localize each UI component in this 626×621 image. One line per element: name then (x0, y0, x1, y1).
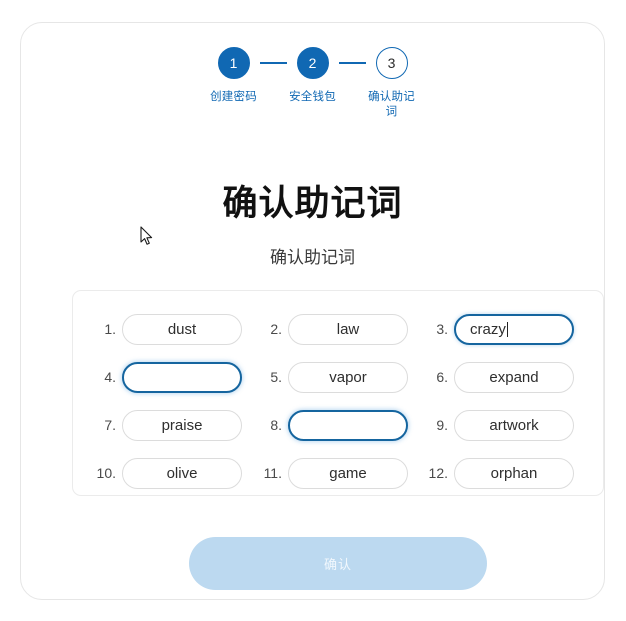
mnemonic-cell: 11. game (255, 457, 421, 489)
mnemonic-cell: 6. expand (421, 361, 587, 393)
mnemonic-input-3[interactable]: crazy (454, 313, 574, 345)
mnemonic-word-text: olive (166, 464, 198, 482)
mnemonic-input-2[interactable]: law (288, 313, 408, 345)
mnemonic-index: 11. (263, 465, 282, 481)
step-connector-2-3 (338, 62, 366, 64)
step-3-circle[interactable]: 3 (375, 47, 408, 79)
mnemonic-word-text: artwork (489, 416, 539, 434)
step-1-circle[interactable]: 1 (217, 47, 250, 79)
page-subtitle: 确认助记词 (270, 248, 355, 267)
mnemonic-word-text: orphan (490, 464, 538, 482)
step-connector-1-2 (259, 62, 287, 64)
step-3[interactable]: 3 确认助记词 (366, 47, 418, 120)
mnemonic-input-9[interactable]: artwork (454, 409, 574, 441)
mnemonic-index: 10. (96, 465, 116, 481)
step-3-label: 确认助记词 (368, 91, 415, 118)
mnemonic-word-text: dust (167, 320, 197, 338)
mnemonic-index: 9. (436, 417, 448, 433)
page-title: 确认助记词 (222, 184, 403, 223)
mnemonic-cell: 7. praise (89, 409, 255, 441)
step-2[interactable]: 2 安全钱包 (287, 47, 339, 105)
mnemonic-index: 4. (104, 369, 116, 385)
mnemonic-cell: 9. artwork (421, 409, 587, 441)
mnemonic-cell: 3. crazy (421, 313, 587, 345)
mnemonic-index: 12. (428, 465, 448, 481)
mnemonic-index: 2. (270, 321, 282, 337)
mnemonic-cell: 4. (89, 361, 255, 393)
mnemonic-grid: 1. dust 2. law 3. crazy 4. 5. vapor 6. expand 7. pra… (89, 305, 587, 497)
mnemonic-index: 7. (104, 417, 116, 433)
step-1[interactable]: 1 创建密码 (208, 47, 260, 105)
mnemonic-input-4[interactable] (122, 361, 242, 393)
mnemonic-index: 1. (104, 321, 116, 337)
step-1-label: 创建密码 (210, 91, 257, 103)
mnemonic-index: 3. (436, 321, 448, 337)
mnemonic-word-text: vapor (329, 368, 367, 386)
mnemonic-input-10[interactable]: olive (122, 457, 242, 489)
mnemonic-input-12[interactable]: orphan (454, 457, 574, 489)
mnemonic-input-6[interactable]: expand (454, 361, 574, 393)
mnemonic-word-text: game (329, 464, 367, 482)
step-2-number: 2 (308, 55, 317, 71)
mnemonic-panel: 1. dust 2. law 3. crazy 4. 5. vapor 6. expand 7. pra… (72, 290, 604, 496)
mnemonic-input-11[interactable]: game (288, 457, 408, 489)
mnemonic-word-text: praise (161, 416, 203, 434)
mnemonic-index: 5. (270, 369, 282, 385)
mnemonic-cell: 8. (255, 409, 421, 441)
mnemonic-input-5[interactable]: vapor (288, 361, 408, 393)
mnemonic-input-7[interactable]: praise (122, 409, 242, 441)
step-3-number: 3 (387, 55, 396, 71)
mnemonic-cell: 12. orphan (421, 457, 587, 489)
mnemonic-cell: 2. law (255, 313, 421, 345)
mnemonic-index: 6. (436, 369, 448, 385)
mnemonic-cell: 5. vapor (255, 361, 421, 393)
mnemonic-cell: 10. olive (89, 457, 255, 489)
text-caret (506, 321, 508, 337)
mnemonic-index: 8. (270, 417, 282, 433)
step-2-label: 安全钱包 (289, 91, 336, 103)
mnemonic-word-text: law (336, 320, 360, 338)
mnemonic-input-1[interactable]: dust (122, 313, 242, 345)
confirm-button[interactable]: 确认 (189, 537, 487, 590)
onboarding-card: 1 创建密码 2 安全钱包 3 确认助记词 确认助记词 确认助记词 1. dust… (20, 22, 605, 600)
mnemonic-input-8[interactable] (288, 409, 408, 441)
step-1-number: 1 (229, 55, 238, 71)
mnemonic-word-text: expand (489, 368, 539, 386)
mnemonic-word-text: crazy (470, 320, 506, 338)
progress-stepper: 1 创建密码 2 安全钱包 3 确认助记词 (21, 47, 604, 120)
mnemonic-cell: 1. dust (89, 313, 255, 345)
step-2-circle[interactable]: 2 (296, 47, 329, 79)
